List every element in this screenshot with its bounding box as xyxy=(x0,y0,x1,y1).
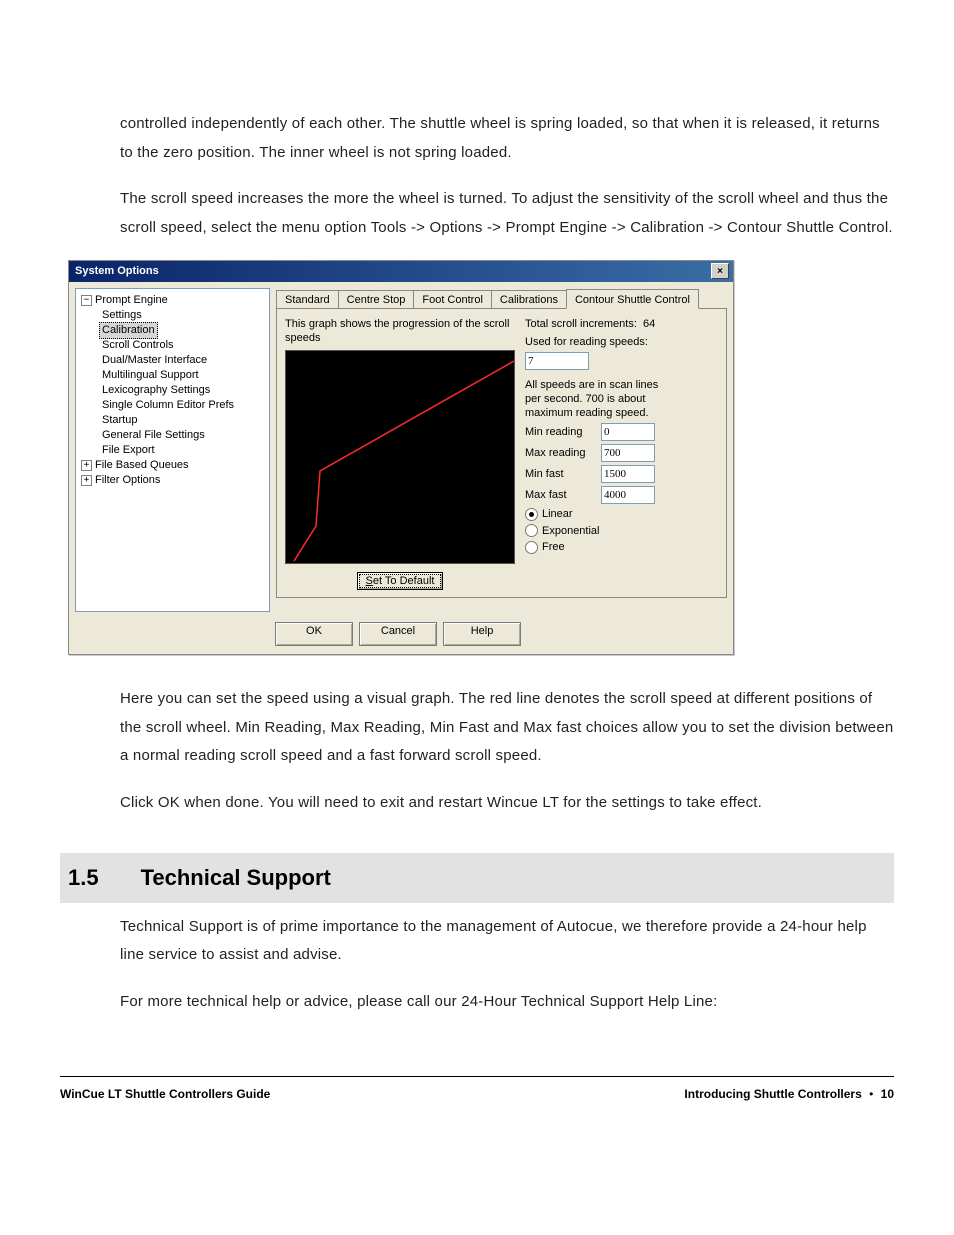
expand-icon[interactable]: + xyxy=(81,475,92,486)
tab-calibrations[interactable]: Calibrations xyxy=(491,290,567,308)
max-reading-input[interactable] xyxy=(601,444,655,462)
options-tree[interactable]: − Prompt Engine Settings Calibration Scr… xyxy=(75,288,270,612)
tree-item-calibration[interactable]: Calibration xyxy=(78,323,267,338)
dialog-title: System Options xyxy=(75,264,159,278)
set-to-default-button[interactable]: Set To Default xyxy=(357,572,443,590)
tree-item-multilingual[interactable]: Multilingual Support xyxy=(78,368,267,383)
post-dialog-paragraph-1: Here you can set the speed using a visua… xyxy=(60,685,894,771)
total-increments-label: Total scroll increments: 64 xyxy=(525,317,718,331)
section-paragraph-2: For more technical help or advice, pleas… xyxy=(60,988,894,1017)
footer-right: Introducing Shuttle Controllers • 10 xyxy=(684,1083,894,1106)
tab-centre-stop[interactable]: Centre Stop xyxy=(338,290,415,308)
tree-item-single-column[interactable]: Single Column Editor Prefs xyxy=(78,398,267,413)
used-reading-label: Used for reading speeds: xyxy=(525,335,718,349)
tree-item-settings[interactable]: Settings xyxy=(78,308,267,323)
cancel-button[interactable]: Cancel xyxy=(359,622,437,646)
section-title: Technical Support xyxy=(141,857,331,899)
tree-root[interactable]: − Prompt Engine xyxy=(78,293,267,308)
radio-icon[interactable] xyxy=(525,508,538,521)
collapse-icon[interactable]: − xyxy=(81,295,92,306)
tree-label: Prompt Engine xyxy=(95,293,168,307)
system-options-dialog: System Options × − Prompt Engine Setting… xyxy=(68,260,734,655)
radio-exponential[interactable]: Exponential xyxy=(525,524,718,538)
min-fast-input[interactable] xyxy=(601,465,655,483)
radio-icon[interactable] xyxy=(525,541,538,554)
radio-linear[interactable]: Linear xyxy=(525,507,718,521)
radio-free[interactable]: Free xyxy=(525,540,718,554)
tab-standard[interactable]: Standard xyxy=(276,290,339,308)
tree-item-filter-options[interactable]: + Filter Options xyxy=(78,473,267,488)
graph-caption: This graph shows the progression of the … xyxy=(285,317,515,346)
ok-button[interactable]: OK xyxy=(275,622,353,646)
tab-row: Standard Centre Stop Foot Control Calibr… xyxy=(276,288,727,308)
document-footer: WinCue LT Shuttle Controllers Guide Intr… xyxy=(60,1076,894,1106)
section-heading: 1.5 Technical Support xyxy=(60,853,894,903)
min-reading-label: Min reading xyxy=(525,425,595,439)
tree-item-startup[interactable]: Startup xyxy=(78,413,267,428)
tab-foot-control[interactable]: Foot Control xyxy=(413,290,492,308)
max-fast-input[interactable] xyxy=(601,486,655,504)
section-paragraph-1: Technical Support is of prime importance… xyxy=(60,913,894,970)
intro-paragraph-2: The scroll speed increases the more the … xyxy=(60,185,894,242)
scroll-speed-graph xyxy=(285,350,515,564)
tree-item-general-file[interactable]: General File Settings xyxy=(78,428,267,443)
speed-note: All speeds are in scan lines per second.… xyxy=(525,378,675,421)
tab-contour-shuttle[interactable]: Contour Shuttle Control xyxy=(566,289,699,309)
close-icon[interactable]: × xyxy=(711,263,729,279)
tree-item-lexicography[interactable]: Lexicography Settings xyxy=(78,383,267,398)
tree-item-dual-master[interactable]: Dual/Master Interface xyxy=(78,353,267,368)
tree-item-file-based-queues[interactable]: + File Based Queues xyxy=(78,458,267,473)
section-number: 1.5 xyxy=(68,857,99,899)
post-dialog-paragraph-2: Click OK when done. You will need to exi… xyxy=(60,789,894,818)
footer-left: WinCue LT Shuttle Controllers Guide xyxy=(60,1083,270,1106)
help-button[interactable]: Help xyxy=(443,622,521,646)
dialog-titlebar: System Options × xyxy=(69,261,733,282)
min-fast-label: Min fast xyxy=(525,467,595,481)
max-reading-label: Max reading xyxy=(525,446,595,460)
intro-paragraph-1: controlled independently of each other. … xyxy=(60,110,894,167)
max-fast-label: Max fast xyxy=(525,488,595,502)
radio-icon[interactable] xyxy=(525,524,538,537)
tree-item-file-export[interactable]: File Export xyxy=(78,443,267,458)
expand-icon[interactable]: + xyxy=(81,460,92,471)
tree-item-scroll-controls[interactable]: Scroll Controls xyxy=(78,338,267,353)
used-reading-input[interactable] xyxy=(525,352,589,370)
min-reading-input[interactable] xyxy=(601,423,655,441)
